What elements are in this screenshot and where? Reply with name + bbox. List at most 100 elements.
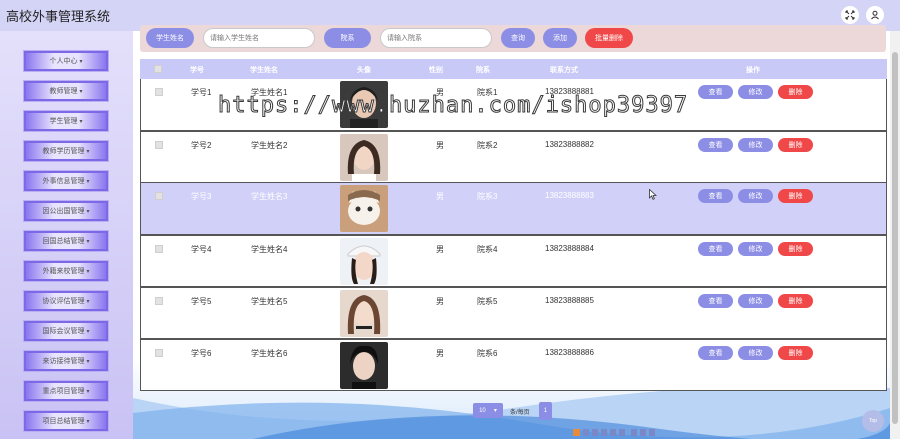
column-header-contact: 联系方式 — [550, 67, 578, 74]
column-header-id: 学号 — [190, 67, 204, 74]
edit-button[interactable]: 修改 — [738, 85, 773, 99]
edit-button[interactable]: 修改 — [738, 294, 773, 308]
sidebar-item-agreement-evaluation[interactable]: 协议评估管理 ▾ — [24, 291, 108, 311]
sidebar-item-foreign-affairs[interactable]: 外事信息管理 ▾ — [24, 171, 108, 191]
cell-name: 学生姓名4 — [251, 245, 288, 254]
cell-id: 学号2 — [191, 141, 212, 150]
per-page-text: 条/每页 — [510, 410, 530, 416]
cell-name: 学生姓名6 — [251, 349, 288, 358]
column-header-department: 院系 — [476, 67, 490, 74]
row-checkbox[interactable] — [155, 349, 163, 357]
page-size-value: 10 — [479, 407, 486, 414]
student-avatar — [340, 290, 388, 337]
delete-button[interactable]: 删除 — [778, 242, 813, 256]
view-button[interactable]: 查看 — [698, 242, 733, 256]
query-button[interactable]: 查询 — [501, 28, 535, 48]
batch-delete-button[interactable]: 批量删除 — [585, 28, 633, 48]
delete-button[interactable]: 删除 — [778, 189, 813, 203]
sidebar-item-international-conference[interactable]: 国际会议管理 ▾ — [24, 321, 108, 341]
sidebar-item-student[interactable]: 学生管理 ▾ — [24, 111, 108, 131]
delete-button[interactable]: 删除 — [778, 294, 813, 308]
app-title: 高校外事管理系统 — [6, 10, 111, 25]
cell-contact: 13823888885 — [545, 296, 594, 305]
sidebar-item-return-summary[interactable]: 回国总结管理 ▾ — [24, 231, 108, 251]
sidebar-item-official-abroad[interactable]: 因公出国管理 ▾ — [24, 201, 108, 221]
row-checkbox[interactable] — [155, 297, 163, 305]
edit-button[interactable]: 修改 — [738, 138, 773, 152]
column-header-avatar: 头像 — [357, 67, 371, 74]
sidebar-item-label: 项目总结管理 — [42, 418, 85, 425]
department-input[interactable] — [380, 28, 492, 48]
sidebar-item-teacher-education[interactable]: 教师学历管理 ▾ — [24, 141, 108, 161]
view-button[interactable]: 查看 — [698, 294, 733, 308]
sidebar-item-label: 外事信息管理 — [42, 178, 85, 185]
view-button[interactable]: 查看 — [698, 138, 733, 152]
sidebar-item-label: 国际会议管理 — [42, 328, 85, 335]
cell-department: 院系6 — [477, 349, 498, 358]
delete-button[interactable]: 删除 — [778, 85, 813, 99]
search-bar: 学生姓名 院系 查询 添加 批量删除 — [140, 25, 886, 52]
student-avatar — [340, 134, 388, 181]
cell-gender: 男 — [436, 141, 444, 150]
column-header-name: 学生姓名 — [250, 67, 278, 74]
mouse-cursor-icon — [649, 188, 658, 202]
edit-button[interactable]: 修改 — [738, 242, 773, 256]
fullscreen-icon[interactable] — [841, 6, 859, 24]
column-header-actions: 操作 — [746, 67, 760, 74]
sidebar-item-label: 重点项目管理 — [42, 388, 85, 395]
column-header-gender: 性别 — [429, 67, 443, 74]
sidebar-item-label: 教师学历管理 — [42, 148, 85, 155]
scrollbar-thumb[interactable] — [892, 52, 898, 424]
cell-gender: 男 — [436, 245, 444, 254]
sidebar-item-key-projects[interactable]: 重点项目管理 ▾ — [24, 381, 108, 401]
sidebar-item-foreign-visitors[interactable]: 外籍来校管理 ▾ — [24, 261, 108, 281]
student-name-input[interactable] — [203, 28, 315, 48]
cell-department: 院系4 — [477, 245, 498, 254]
back-to-top-button[interactable]: Top — [862, 410, 884, 432]
row-checkbox[interactable] — [155, 88, 163, 96]
chevron-down-icon: ▾ — [86, 148, 90, 155]
row-checkbox[interactable] — [155, 192, 163, 200]
page-button-current[interactable]: 1 — [539, 402, 552, 420]
cell-contact: 13823888883 — [545, 191, 594, 200]
sidebar: 个人中心 ▾ 教师管理 ▾ 学生管理 ▾ 教师学历管理 ▾ 外事信息管理 ▾ 因公出国管理… — [0, 31, 133, 439]
chevron-down-icon: ▾ — [86, 388, 90, 395]
cell-contact: 13823888882 — [545, 140, 594, 149]
sidebar-item-teacher[interactable]: 教师管理 ▾ — [24, 81, 108, 101]
select-all-checkbox[interactable] — [154, 65, 162, 73]
sidebar-item-label: 学生管理 — [49, 118, 78, 125]
cell-name: 学生姓名2 — [251, 141, 288, 150]
watermark-text: https://www.huzhan.com/ishop39397 — [217, 93, 689, 119]
sidebar-item-label: 因公出国管理 — [42, 208, 85, 215]
cell-name: 学生姓名5 — [251, 297, 288, 306]
sidebar-item-project-summary[interactable]: 项目总结管理 ▾ — [24, 411, 108, 431]
chevron-down-icon: ▾ — [86, 178, 90, 185]
view-button[interactable]: 查看 — [698, 346, 733, 360]
edit-button[interactable]: 修改 — [738, 346, 773, 360]
browser-extension-icons — [573, 428, 663, 439]
cell-contact: 13823888884 — [545, 244, 594, 253]
edit-button[interactable]: 修改 — [738, 189, 773, 203]
chevron-down-icon: ▾ — [86, 208, 90, 215]
sidebar-item-visit-reception[interactable]: 来访接待管理 ▾ — [24, 351, 108, 371]
sidebar-item-label: 个人中心 — [49, 58, 78, 65]
sidebar-item-personal-center[interactable]: 个人中心 ▾ — [24, 51, 108, 71]
view-button[interactable]: 查看 — [698, 85, 733, 99]
student-name-label: 学生姓名 — [146, 28, 194, 48]
table-header: 学号 学生姓名 头像 性别 院系 联系方式 操作 — [140, 59, 887, 79]
add-button[interactable]: 添加 — [543, 28, 577, 48]
page-size-select[interactable]: 10 ▾ — [473, 403, 503, 418]
sidebar-item-label: 来访接待管理 — [42, 358, 85, 365]
delete-button[interactable]: 删除 — [778, 346, 813, 360]
cell-id: 学号3 — [191, 192, 212, 201]
chevron-down-icon: ▾ — [493, 408, 497, 414]
delete-button[interactable]: 删除 — [778, 138, 813, 152]
cell-gender: 男 — [436, 297, 444, 306]
chevron-down-icon: ▾ — [79, 88, 83, 95]
row-checkbox[interactable] — [155, 141, 163, 149]
view-button[interactable]: 查看 — [698, 189, 733, 203]
user-icon[interactable] — [866, 6, 884, 24]
row-checkbox[interactable] — [155, 245, 163, 253]
table-row: 学号5 学生姓名5 男 院系5 13823888885 查看 修改 删除 — [140, 287, 887, 339]
chevron-down-icon: ▾ — [86, 298, 90, 305]
